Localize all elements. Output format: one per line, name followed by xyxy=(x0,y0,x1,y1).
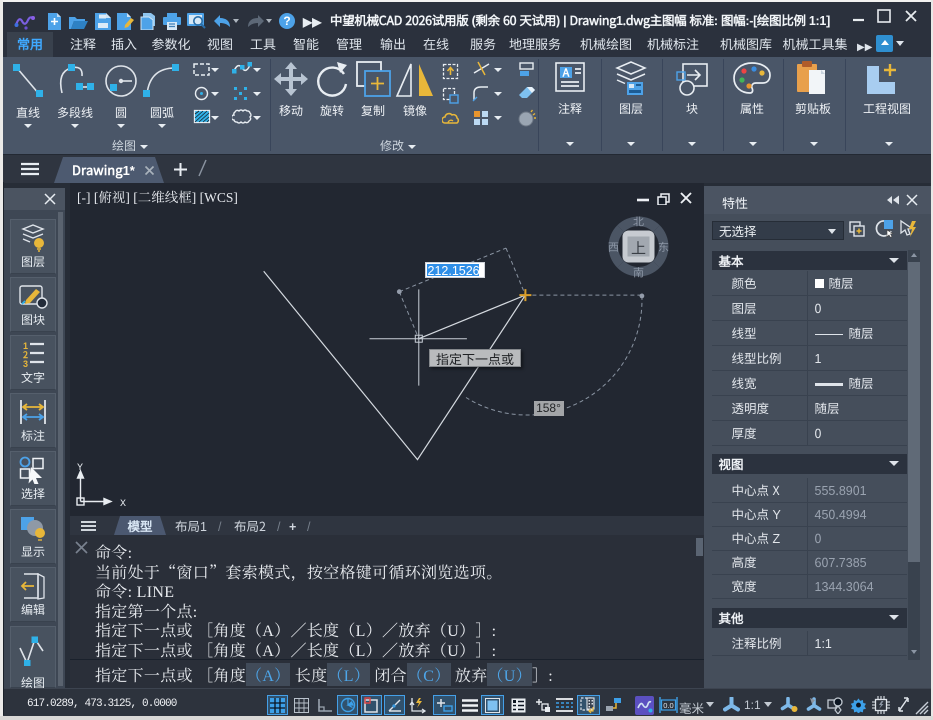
svg-text:3: 3 xyxy=(23,357,28,368)
svg-text:0.0: 0.0 xyxy=(663,701,673,710)
svg-text:X: X xyxy=(120,499,126,510)
svg-text:东: 东 xyxy=(658,239,669,255)
svg-text:上: 上 xyxy=(631,238,646,259)
svg-text:西: 西 xyxy=(608,239,619,255)
svg-text:北: 北 xyxy=(633,214,644,230)
svg-text:南: 南 xyxy=(633,265,644,281)
svg-text:Y: Y xyxy=(77,463,83,474)
svg-text:A: A xyxy=(562,65,570,81)
